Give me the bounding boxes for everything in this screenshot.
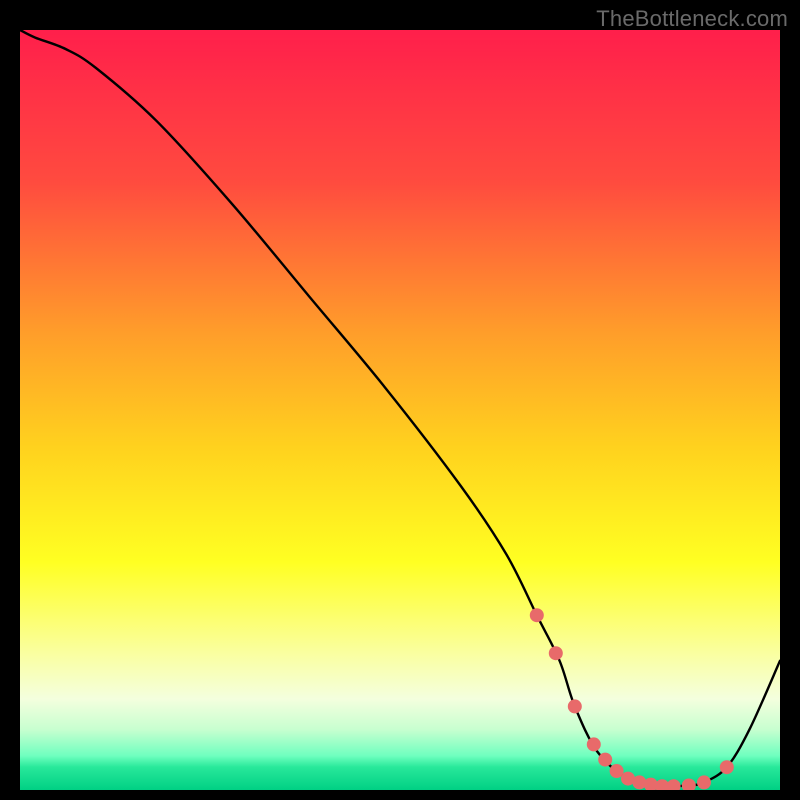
curve-marker <box>530 608 544 622</box>
curve-marker <box>610 764 624 778</box>
chart-frame <box>20 30 780 790</box>
curve-marker <box>568 699 582 713</box>
curve-marker <box>598 753 612 767</box>
curve-marker <box>587 737 601 751</box>
chart-background-gradient <box>20 30 780 790</box>
curve-marker <box>697 775 711 789</box>
curve-marker <box>720 760 734 774</box>
bottleneck-curve-chart <box>20 30 780 790</box>
curve-marker <box>549 646 563 660</box>
watermark-text: TheBottleneck.com <box>596 6 788 32</box>
